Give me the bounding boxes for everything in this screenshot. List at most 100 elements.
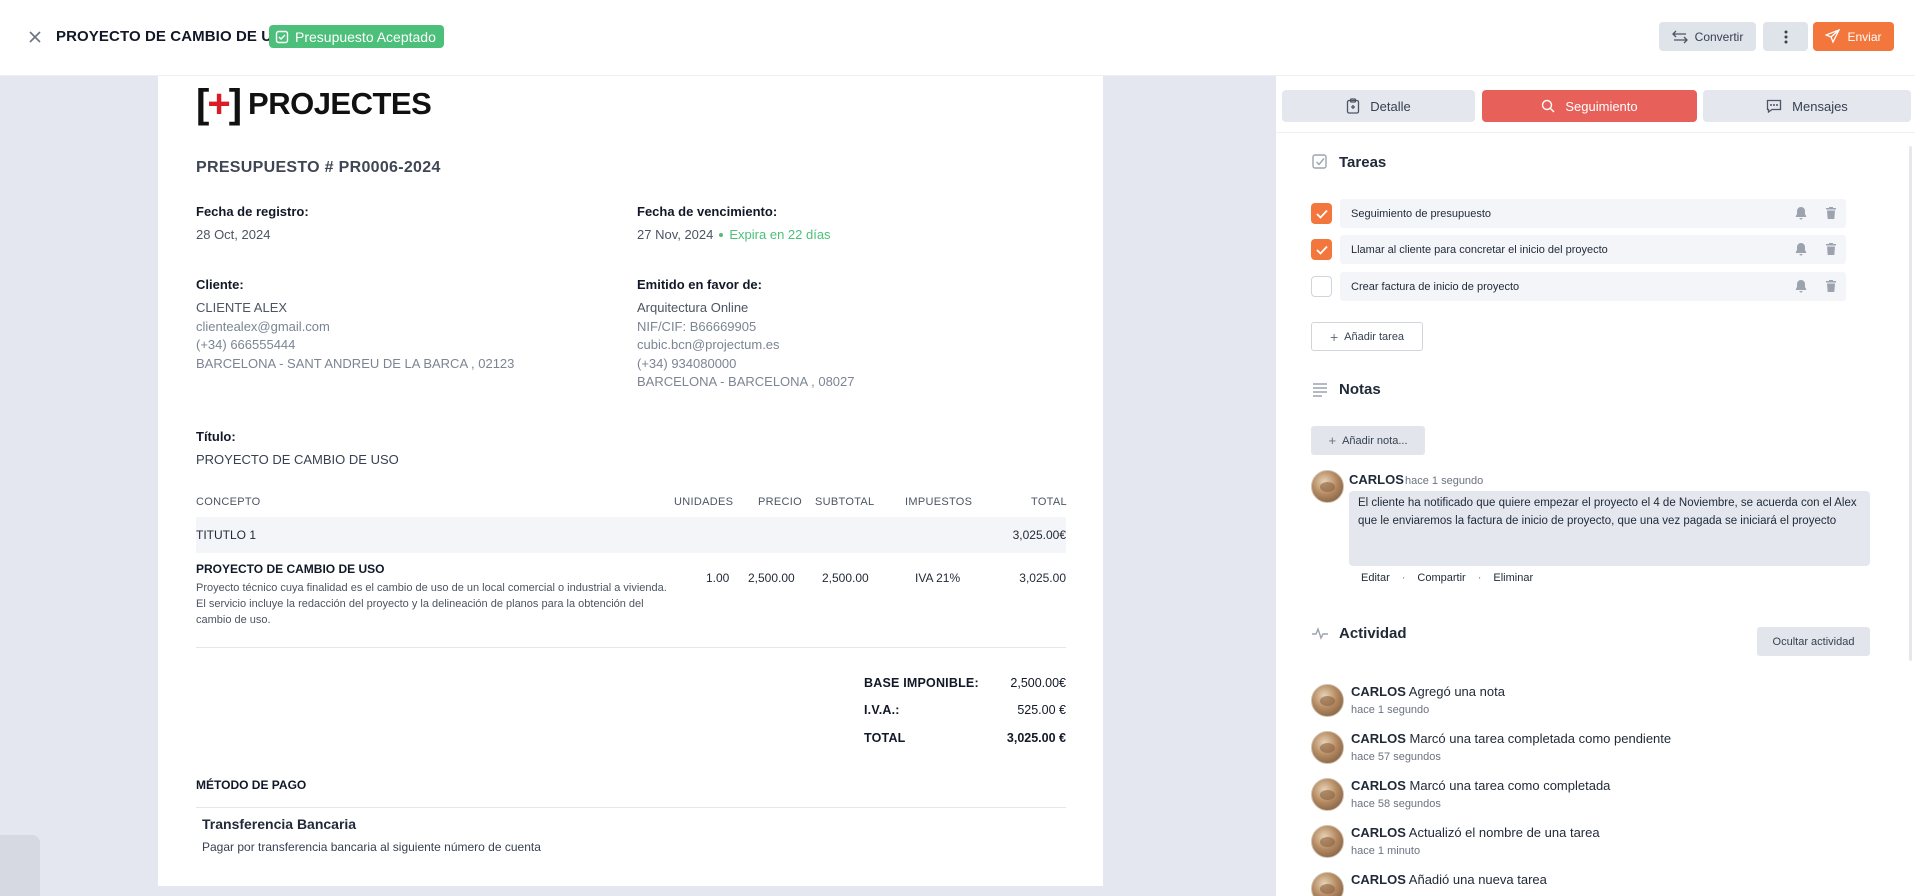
payment-method-name: Transferencia Bancaria [202,816,357,832]
col-header-price: PRECIO [758,496,802,508]
tab-mensajes[interactable]: Mensajes [1703,90,1911,122]
clipboard-icon [1347,98,1360,114]
checkbox-list-icon [1312,154,1327,169]
registration-date: 28 Oct, 2024 [196,227,271,242]
col-header-concept: CONCEPTO [196,496,261,508]
more-vertical-icon [1784,30,1787,43]
issuer-label: Emitido en favor de: [637,277,762,292]
task-checkbox[interactable] [1311,239,1332,260]
task-checkbox[interactable] [1311,276,1332,297]
send-icon [1825,29,1841,44]
title-label: Título: [196,429,236,444]
client-name: CLIENTE ALEX [196,300,288,315]
activity-time: hace 58 segundos [1351,798,1441,810]
note-author: CARLOS [1349,472,1404,487]
activity-time: hace 1 segundo [1351,704,1430,716]
company-logo: [+] PROJECTES [196,84,432,124]
client-address: BARCELONA - SANT ANDREU DE LA BARCA , 02… [196,356,515,371]
activity-pulse-icon [1312,626,1328,640]
task-item[interactable]: Llamar al cliente para concretar el inic… [1311,235,1846,264]
issuer-address: BARCELONA - BARCELONA , 08027 [637,374,855,389]
document-viewer: [+] PROJECTES PRESUPUESTO # PR0006-2024 … [0,76,1275,896]
floating-widget[interactable] [0,835,40,896]
trash-icon[interactable] [1824,206,1838,220]
avatar [1311,684,1344,717]
bell-icon[interactable] [1794,242,1808,256]
task-label-box[interactable]: Seguimiento de presupuesto [1340,199,1846,228]
close-icon[interactable] [26,28,44,46]
due-date-label: Fecha de vencimiento: [637,204,778,219]
client-phone: (+34) 666555444 [196,337,296,352]
due-date: 27 Nov, 2024 Expira en 22 días [637,227,831,242]
notes-section-title: Notas [1311,380,1381,398]
message-icon [1767,99,1782,113]
task-label: Crear factura de inicio de proyecto [1351,280,1520,293]
tab-seguimiento[interactable]: Seguimiento [1482,90,1697,122]
lines-icon [1313,383,1327,397]
col-header-total: TOTAL [1031,496,1067,508]
status-badge: Presupuesto Aceptado [269,25,444,48]
title-value: PROYECTO DE CAMBIO DE USO [196,452,399,467]
tab-detalle[interactable]: Detalle [1282,90,1475,122]
activity-entry: CARLOS Marcó una tarea como completada [1351,778,1611,793]
task-item[interactable]: Seguimiento de presupuesto [1311,199,1846,228]
task-label: Seguimiento de presupuesto [1351,207,1492,220]
col-header-subtotal: SUBTOTAL [815,496,875,508]
issuer-email: cubic.bcn@projectum.es [637,337,780,352]
note-time: hace 1 segundo [1405,475,1484,487]
activity-entry: CARLOS Marcó una tarea completada como p… [1351,731,1672,746]
task-label-box[interactable]: Crear factura de inicio de proyecto [1340,272,1846,301]
plus-icon: + [1329,328,1339,345]
activity-section-title: Actividad [1311,624,1407,642]
delete-note-link[interactable]: Eliminar [1493,572,1533,584]
divider [196,807,1066,808]
payment-method-title: MÉTODO DE PAGO [196,778,307,792]
add-task-button[interactable]: + Añadir tarea [1311,322,1423,351]
activity-time: hace 1 minuto [1351,845,1421,857]
top-bar: PROYECTO DE CAMBIO DE USO Presupuesto Ac… [0,0,1915,76]
quote-document: [+] PROJECTES PRESUPUESTO # PR0006-2024 … [158,76,1103,886]
avatar [1311,470,1344,503]
trash-icon[interactable] [1824,279,1838,293]
task-label-box[interactable]: Llamar al cliente para concretar el inic… [1340,235,1846,264]
check-icon [1315,209,1328,219]
task-checkbox[interactable] [1311,203,1332,224]
convert-button[interactable]: Convertir [1659,22,1756,51]
task-label: Llamar al cliente para concretar el inic… [1351,243,1608,256]
bell-icon[interactable] [1794,206,1808,220]
issuer-nif: NIF/CIF: B66669905 [637,319,757,334]
hide-activity-button[interactable]: Ocultar actividad [1757,627,1870,656]
tab-label: Seguimiento [1565,98,1638,114]
logo-text: PROJECTES [248,86,432,121]
more-options-button[interactable] [1763,22,1808,51]
add-note-button[interactable]: + Añadir nota... [1311,426,1425,455]
edit-note-link[interactable]: Editar [1361,572,1390,584]
activity-time: hace 57 segundos [1351,751,1441,763]
share-note-link[interactable]: Compartir [1417,572,1465,584]
send-button[interactable]: Enviar [1813,22,1894,51]
divider [1276,132,1915,133]
task-item[interactable]: Crear factura de inicio de proyecto [1311,272,1846,301]
activity-entry: CARLOS Agregó una nota [1351,684,1505,699]
activity-entry: CARLOS Añadió una nueva tarea [1351,872,1547,887]
line-total: 3,025.00 [1019,571,1066,585]
avatar [1311,825,1344,858]
line-price: 2,500.00 [748,571,795,585]
line-subtotal: 2,500.00 [822,571,869,585]
expiry-note: Expira en 22 días [729,227,831,242]
panel-scrollbar[interactable] [1909,146,1912,661]
tab-label: Mensajes [1792,98,1848,114]
base-label: BASE IMPONIBLE: [864,676,979,690]
iva-value: 525.00 € [1017,703,1066,717]
trash-icon[interactable] [1824,242,1838,256]
line-units: 1.00 [706,571,730,585]
avatar [1311,778,1344,811]
plus-icon: + [1328,433,1337,448]
issuer-phone: (+34) 934080000 [637,356,737,371]
bell-icon[interactable] [1794,279,1808,293]
col-header-tax: IMPUESTOS [905,496,973,508]
status-badge-label: Presupuesto Aceptado [295,28,436,45]
line-concept: PROYECTO DE CAMBIO DE USO [196,562,385,576]
divider [196,647,1066,648]
base-value: 2,500.00€ [1010,676,1066,690]
